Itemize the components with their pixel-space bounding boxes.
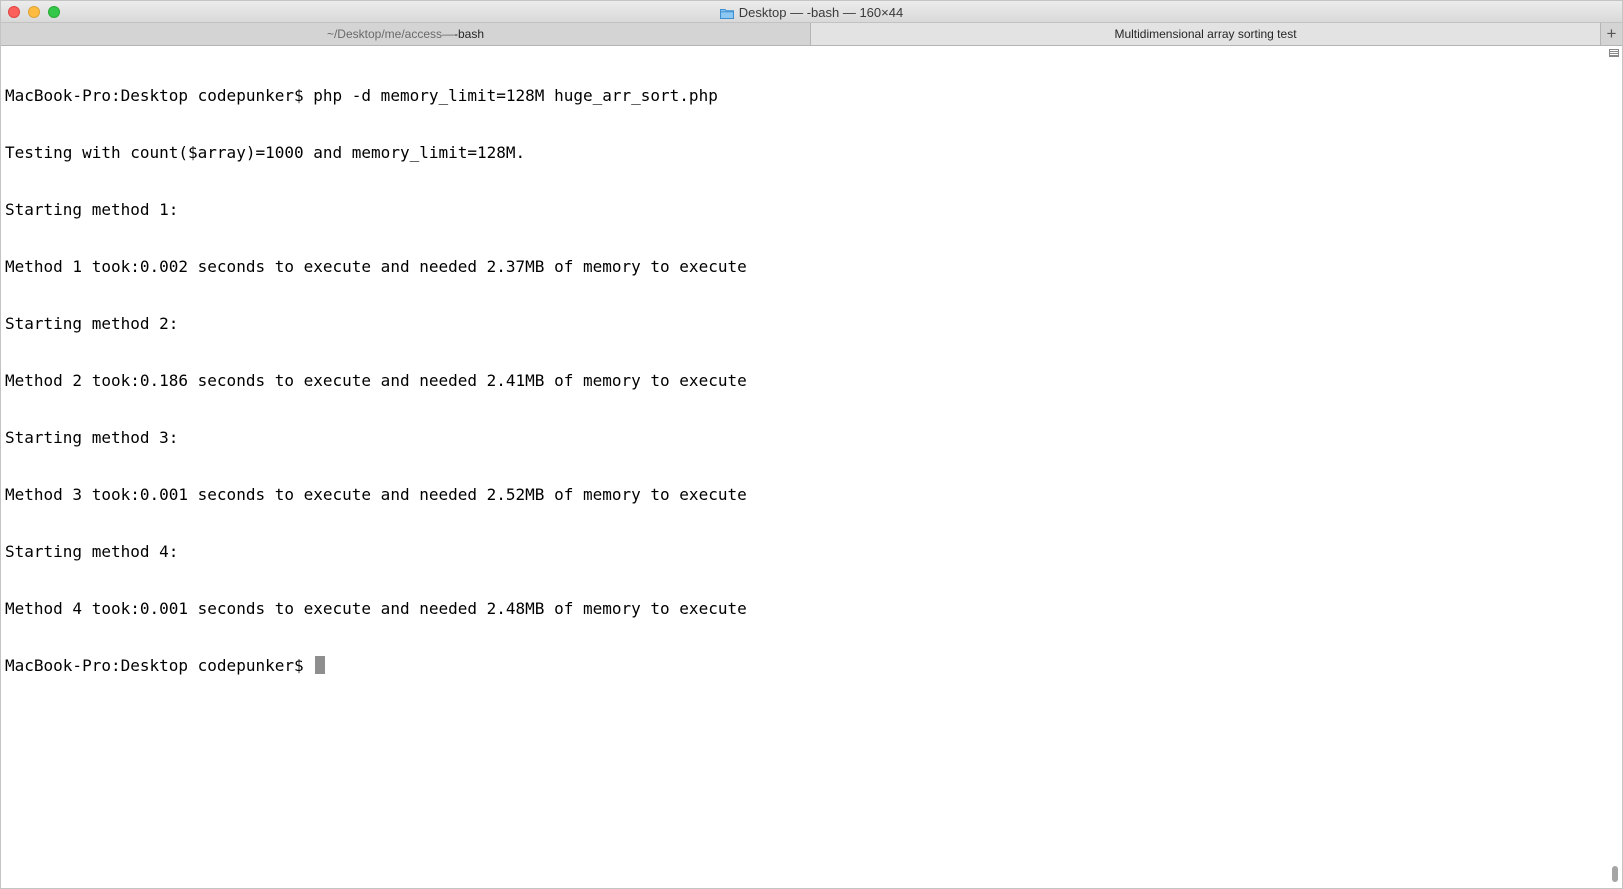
tab-label-separator: —	[442, 27, 455, 41]
terminal-line: Starting method 2:	[5, 314, 179, 333]
folder-icon	[719, 7, 734, 19]
scroll-thumb[interactable]	[1612, 866, 1618, 882]
terminal-line: Method 4 took:0.001 seconds to execute a…	[5, 599, 747, 618]
terminal-window: Desktop — -bash — 160×44 ~/Desktop/me/ac…	[0, 0, 1623, 889]
terminal-output[interactable]: MacBook-Pro:Desktop codepunker$ php -d m…	[1, 46, 1602, 888]
terminal-line: Starting method 3:	[5, 428, 179, 447]
tab-bash-access[interactable]: ~/Desktop/me/access — -bash	[1, 23, 811, 45]
terminal-line: MacBook-Pro:Desktop codepunker$ php -d m…	[5, 86, 718, 105]
terminal-line: Method 2 took:0.186 seconds to execute a…	[5, 371, 747, 390]
terminal-line: Starting method 4:	[5, 542, 179, 561]
window-title-text: Desktop — -bash — 160×44	[738, 4, 904, 20]
tab-multidimensional-sorting[interactable]: Multidimensional array sorting test	[811, 23, 1601, 45]
title-bar[interactable]: Desktop — -bash — 160×44	[1, 1, 1622, 23]
new-tab-button[interactable]: +	[1601, 23, 1622, 45]
plus-icon: +	[1606, 24, 1617, 43]
terminal-line: Method 3 took:0.001 seconds to execute a…	[5, 485, 747, 504]
terminal-line: Method 1 took:0.002 seconds to execute a…	[5, 257, 747, 276]
tab-label-process: -bash	[454, 27, 485, 41]
shell-prompt: MacBook-Pro:Desktop codepunker$	[5, 656, 314, 675]
text-cursor	[315, 656, 326, 674]
scroll-marker-icon[interactable]	[1609, 49, 1619, 57]
terminal-line: Starting method 1:	[5, 200, 179, 219]
terminal-prompt-line[interactable]: MacBook-Pro:Desktop codepunker$	[5, 656, 1602, 675]
tab-bar: ~/Desktop/me/access — -bash Multidimensi…	[1, 23, 1622, 46]
window-title: Desktop — -bash — 160×44	[1, 1, 1622, 23]
tab-label-path: ~/Desktop/me/access	[326, 27, 443, 41]
terminal-line: Testing with count($array)=1000 and memo…	[5, 143, 526, 162]
vertical-scrollbar[interactable]	[1602, 46, 1622, 888]
tab-label: Multidimensional array sorting test	[1114, 27, 1297, 41]
